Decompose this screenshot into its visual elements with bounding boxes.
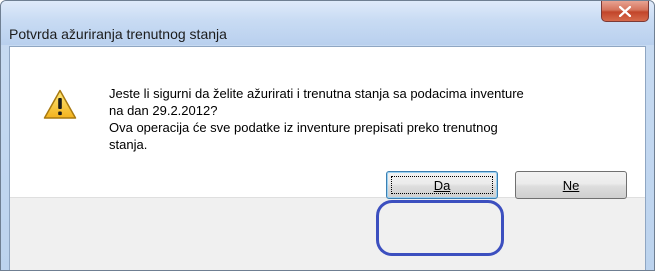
no-button[interactable]: Ne (515, 171, 627, 199)
dialog-window: Potvrda ažuriranja trenutnog stanja Jest… (0, 0, 655, 271)
message-line: Jeste li sigurni da želite ažurirati i t… (109, 86, 524, 101)
message-line: na dan 29.2.2012? (109, 103, 218, 118)
yes-button[interactable]: Da (386, 171, 498, 199)
confirmation-message: Jeste li sigurni da želite ažurirati i t… (109, 85, 629, 153)
title-bar[interactable]: Potvrda ažuriranja trenutnog stanja (1, 1, 654, 45)
close-button[interactable] (601, 1, 649, 22)
warning-icon (43, 89, 77, 119)
button-area (10, 197, 645, 270)
message-line: stanja. (109, 137, 148, 152)
no-button-label: Ne (562, 177, 580, 193)
window-title: Potvrda ažuriranja trenutnog stanja (9, 26, 227, 42)
message-line: Ova operacija će sve podatke iz inventur… (109, 120, 498, 135)
focus-rectangle (391, 176, 493, 194)
dialog-content: Jeste li sigurni da želite ažurirati i t… (9, 46, 646, 270)
highlight-annotation (376, 200, 504, 256)
close-icon (619, 6, 631, 17)
